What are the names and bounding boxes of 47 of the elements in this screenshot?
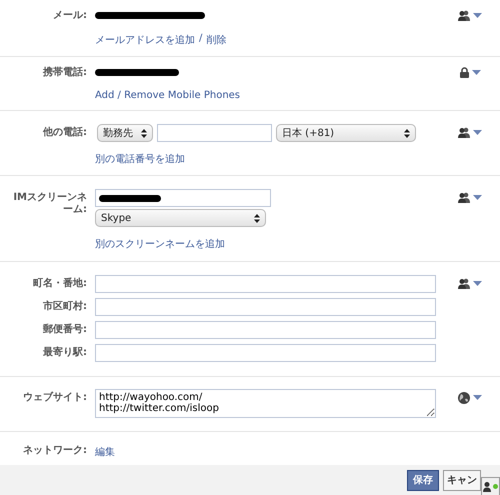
globe-icon bbox=[458, 392, 470, 404]
field-label: 市区町村: bbox=[42, 299, 87, 313]
field-label: ウェブサイト: bbox=[22, 390, 87, 404]
field-label: 他の電話: bbox=[42, 126, 87, 139]
link[interactable]: 別のスクリーンネームを追加 bbox=[95, 237, 225, 251]
field-label: メール: bbox=[52, 9, 87, 22]
chat-tab[interactable] bbox=[481, 477, 500, 495]
website-textarea[interactable]: http://wayohoo.com/ http://twitter.com/isloop bbox=[95, 389, 436, 418]
field-label: 郵便番号: bbox=[42, 322, 87, 336]
person-icon bbox=[483, 482, 491, 492]
stepper-icon bbox=[141, 128, 147, 138]
people-icon bbox=[458, 127, 470, 138]
screen-name-input[interactable] bbox=[95, 189, 271, 207]
link[interactable]: 別の電話番号を追加 bbox=[95, 152, 185, 166]
people-icon bbox=[458, 192, 470, 203]
field-label: 携帯電話: bbox=[42, 66, 87, 79]
address-input[interactable] bbox=[95, 298, 436, 316]
caret-icon bbox=[472, 70, 480, 76]
separator: / bbox=[199, 33, 202, 46]
field-label: ネットワーク: bbox=[22, 444, 87, 457]
type-select[interactable]: 勤務先 bbox=[97, 124, 153, 142]
lock-icon bbox=[460, 67, 468, 78]
people-icon bbox=[458, 10, 470, 21]
stepper-icon bbox=[254, 214, 260, 222]
field-label: 町名・番地: bbox=[32, 276, 87, 290]
caret-icon bbox=[473, 130, 482, 136]
country-select[interactable]: 日本 (+81) bbox=[276, 124, 416, 142]
caret-icon bbox=[473, 280, 482, 286]
link[interactable]: Add / Remove Mobile Phones bbox=[95, 90, 240, 101]
cancel-button[interactable]: キャン bbox=[443, 470, 481, 490]
caret-icon bbox=[473, 12, 482, 18]
link[interactable]: 編集 bbox=[95, 445, 115, 459]
people-icon bbox=[458, 278, 470, 289]
save-button[interactable]: 保存 bbox=[407, 470, 439, 490]
field-label: 最寄り駅: bbox=[42, 345, 87, 359]
service-select[interactable]: Skype bbox=[95, 209, 266, 227]
caret-icon bbox=[473, 194, 482, 200]
phone-input[interactable] bbox=[157, 124, 272, 142]
privacy-dropdown[interactable] bbox=[458, 389, 482, 404]
address-input[interactable] bbox=[95, 321, 436, 339]
field-label: IMスクリーンネーム: bbox=[12, 191, 87, 216]
address-input[interactable] bbox=[95, 344, 436, 362]
stepper-icon bbox=[404, 128, 410, 138]
link[interactable]: メールアドレスを追加 bbox=[95, 33, 195, 47]
link[interactable]: 削除 bbox=[206, 33, 226, 47]
caret-icon bbox=[473, 395, 482, 401]
address-input[interactable] bbox=[95, 275, 436, 293]
